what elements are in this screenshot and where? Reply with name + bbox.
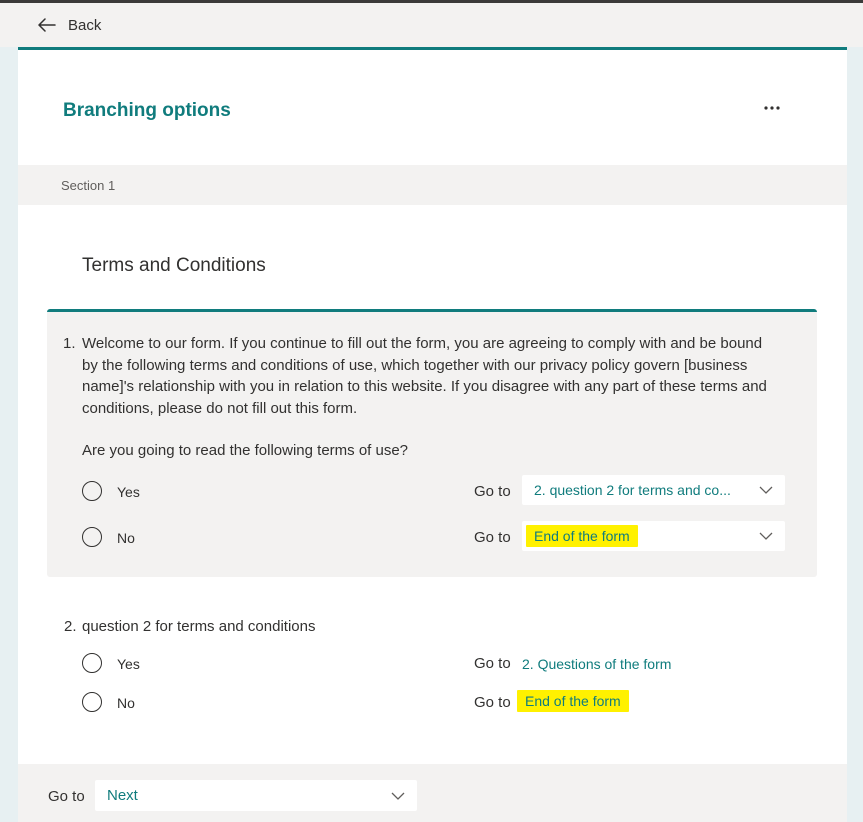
section-label: Section 1 <box>61 178 116 193</box>
footer-goto-label: Go to <box>48 788 85 805</box>
chevron-down-icon <box>759 527 773 545</box>
question-1-option-yes-label: Yes <box>117 484 140 500</box>
chevron-down-icon <box>759 481 773 499</box>
section-title: Terms and Conditions <box>82 255 266 276</box>
question-1-no-goto-value: End of the form <box>526 525 638 547</box>
question-2-radio-yes[interactable] <box>82 653 102 673</box>
question-2-radio-no[interactable] <box>82 692 102 712</box>
more-icon <box>764 97 780 115</box>
question-1-yes-goto-label: Go to <box>474 483 511 500</box>
footer-goto-value: Next <box>107 787 138 804</box>
question-1-yes-goto-dropdown[interactable]: 2. question 2 for terms and co... <box>522 475 785 505</box>
question-2-yes-goto-label: Go to <box>474 655 511 672</box>
question-2-number: 2. <box>64 618 77 635</box>
question-2-text: question 2 for terms and conditions <box>82 618 316 635</box>
section-header: Section 1 <box>18 165 847 205</box>
section-footer: Go to Next <box>18 764 847 822</box>
question-1-option-no-label: No <box>117 530 135 546</box>
question-2-no-goto-value[interactable]: End of the form <box>517 690 629 712</box>
question-2-no-goto-label: Go to <box>474 694 511 711</box>
branching-panel: Branching options Section 1 Terms and Co… <box>18 47 847 822</box>
question-2-option-no-label: No <box>117 695 135 711</box>
back-label: Back <box>68 16 102 34</box>
question-1-yes-goto-value: 2. question 2 for terms and co... <box>534 482 731 498</box>
question-1-number: 1. <box>63 335 76 352</box>
question-2-option-yes-label: Yes <box>117 656 140 672</box>
question-2-yes-goto-value[interactable]: 2. Questions of the form <box>522 656 671 672</box>
more-options-button[interactable] <box>760 98 784 114</box>
back-button[interactable]: Back <box>38 15 101 35</box>
question-1-no-goto-dropdown[interactable]: End of the form <box>522 521 785 551</box>
back-arrow-icon <box>38 18 56 32</box>
question-1-radio-no[interactable] <box>82 527 102 547</box>
question-1-card: 1. Welcome to our form. If you continue … <box>47 309 817 577</box>
footer-goto-dropdown[interactable]: Next <box>95 780 417 811</box>
question-1-prompt: Are you going to read the following term… <box>82 442 409 459</box>
chevron-down-icon <box>391 787 405 805</box>
page-title: Branching options <box>63 100 231 121</box>
top-bar: Back <box>0 3 863 47</box>
question-1-no-goto-label: Go to <box>474 529 511 546</box>
question-1-text: Welcome to our form. If you continue to … <box>82 335 767 417</box>
question-1-radio-yes[interactable] <box>82 481 102 501</box>
